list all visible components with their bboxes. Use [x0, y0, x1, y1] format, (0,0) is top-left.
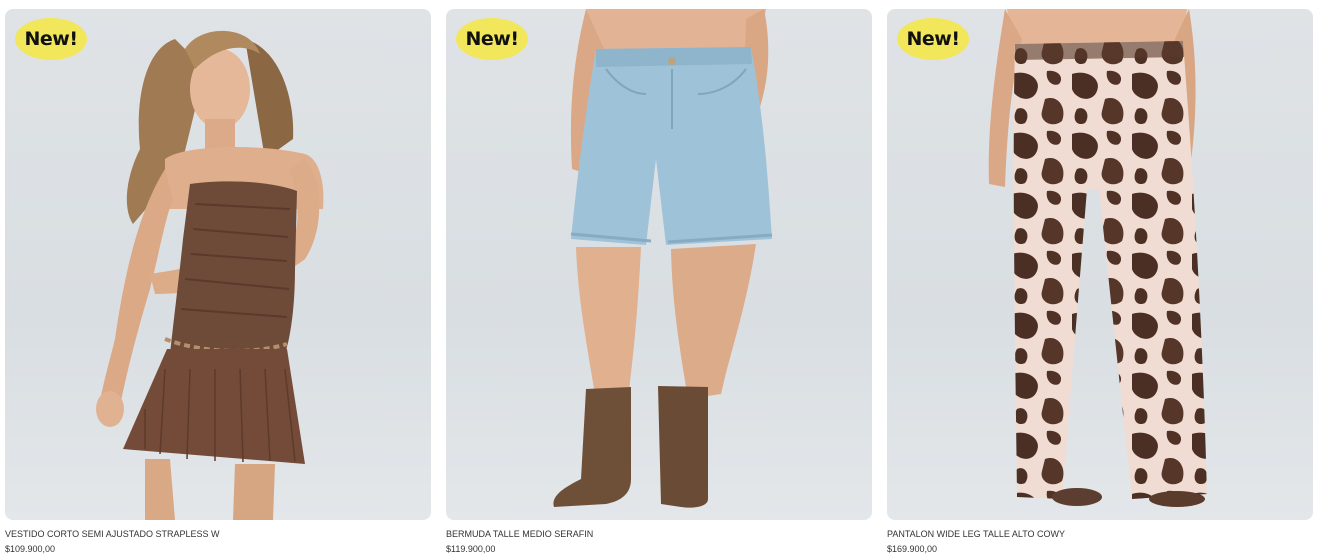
- new-badge: New!: [897, 18, 969, 60]
- product-image[interactable]: New!: [5, 9, 431, 520]
- product-grid: New! VESTIDO CORTO SEMI AJUSTADO STRAPLE…: [0, 0, 1318, 560]
- new-badge: New!: [15, 18, 87, 60]
- new-badge: New!: [456, 18, 528, 60]
- product-price: $119.900,00: [446, 544, 496, 554]
- product-photo: [96, 30, 324, 520]
- product-price: $109.900,00: [5, 544, 56, 554]
- product-name[interactable]: BERMUDA TALLE MEDIO SERAFIN: [446, 528, 872, 540]
- product-card[interactable]: New! VESTIDO CORTO SEMI AJUSTADO STRAPLE…: [5, 9, 431, 555]
- product-photo: [553, 9, 773, 508]
- product-card[interactable]: New! BERMUDA TALLE MEDIO SERAFIN $119.90…: [446, 9, 872, 555]
- product-card[interactable]: New! PANTALON WIDE LEG TALLE ALTO COWY $…: [887, 9, 1313, 555]
- product-image[interactable]: New!: [887, 9, 1313, 520]
- product-name[interactable]: PANTALON WIDE LEG TALLE ALTO COWY: [887, 528, 1313, 540]
- product-photo: [988, 9, 1207, 507]
- product-name[interactable]: VESTIDO CORTO SEMI AJUSTADO STRAPLESS W: [5, 528, 431, 540]
- product-price: $169.900,00: [887, 544, 938, 554]
- product-image[interactable]: New!: [446, 9, 872, 520]
